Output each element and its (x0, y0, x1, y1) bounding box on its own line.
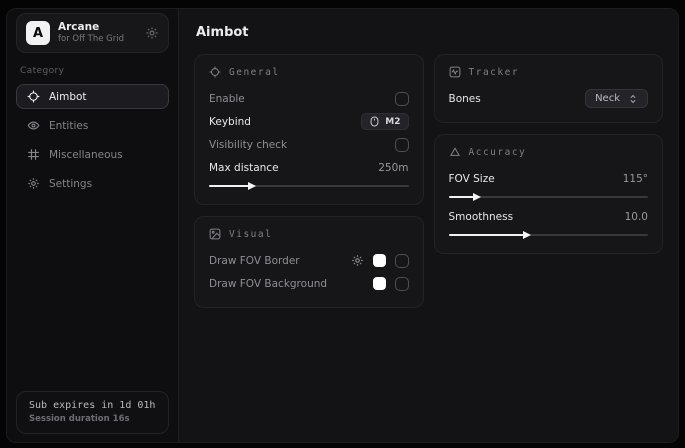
slider-fill (449, 234, 525, 236)
card-title: Tracker (469, 67, 520, 78)
sidebar-item-entities[interactable]: Entities (16, 113, 169, 138)
gear-icon[interactable] (351, 254, 364, 267)
fov-size-value: 115° (623, 173, 648, 185)
smoothness-value: 10.0 (625, 211, 648, 223)
visibility-check-row: Visibility check (209, 133, 409, 156)
visibility-check-checkbox[interactable] (395, 138, 409, 152)
crosshair-icon (209, 66, 221, 78)
app-frame: A Arcane for Off The Grid Category Aimbo (0, 0, 685, 448)
sidebar-item-label: Aimbot (49, 91, 87, 103)
keybind-button[interactable]: M2 (361, 113, 408, 130)
brand-logo: A (26, 21, 50, 45)
sidebar: A Arcane for Off The Grid Category Aimbo (7, 9, 179, 442)
main-panel: Aimbot General (179, 9, 678, 442)
crosshair-icon (27, 90, 40, 103)
brand-subtitle: for Off The Grid (58, 34, 137, 45)
slider-fill (449, 196, 475, 198)
gear-icon[interactable] (145, 26, 159, 40)
enable-label: Enable (209, 93, 245, 105)
eye-icon (27, 119, 40, 132)
fov-size-slider[interactable] (449, 193, 649, 201)
gear-icon (27, 177, 40, 190)
mouse-icon (369, 116, 380, 127)
slider-fill (209, 185, 249, 187)
app-window: A Arcane for Off The Grid Category Aimbo (6, 8, 679, 443)
sub-expiry-text: Sub expires in 1d 01h (29, 400, 156, 411)
sidebar-item-miscellaneous[interactable]: Miscellaneous (16, 142, 169, 167)
activity-icon (449, 66, 461, 78)
smoothness-row: Smoothness 10.0 (449, 205, 649, 228)
bones-select[interactable]: Neck (585, 89, 648, 108)
general-card: General Enable Keybind (194, 54, 424, 205)
fov-background-checkbox[interactable] (395, 277, 409, 291)
sidebar-item-label: Entities (49, 120, 88, 132)
max-distance-value: 250m (378, 162, 408, 174)
session-duration-text: Session duration 16s (29, 414, 156, 424)
bones-row: Bones Neck (449, 87, 649, 110)
keybind-row: Keybind M2 (209, 110, 409, 133)
smoothness-label: Smoothness (449, 211, 514, 223)
card-title: Accuracy (469, 147, 527, 158)
visual-card: Visual Draw FOV Border (194, 216, 424, 308)
keybind-value: M2 (385, 117, 400, 127)
subscription-status-card: Sub expires in 1d 01h Session duration 1… (16, 391, 169, 434)
fov-border-checkbox[interactable] (395, 254, 409, 268)
bones-selected-value: Neck (595, 93, 620, 104)
fov-size-label: FOV Size (449, 173, 495, 185)
enable-row: Enable (209, 87, 409, 110)
enable-checkbox[interactable] (395, 92, 409, 106)
visibility-check-label: Visibility check (209, 139, 287, 151)
accuracy-card: Accuracy FOV Size 115° Smoothness 10.0 (434, 134, 664, 254)
sidebar-item-settings[interactable]: Settings (16, 171, 169, 196)
bones-label: Bones (449, 93, 481, 105)
angle-icon (449, 146, 461, 158)
card-title: Visual (229, 229, 272, 240)
sidebar-item-aimbot[interactable]: Aimbot (16, 84, 169, 109)
fov-background-row: Draw FOV Background (209, 272, 409, 295)
image-icon (209, 228, 221, 240)
smoothness-slider[interactable] (449, 231, 649, 239)
fov-background-label: Draw FOV Background (209, 278, 327, 290)
keybind-label: Keybind (209, 116, 251, 128)
expand-icon (628, 94, 638, 104)
tracker-card: Tracker Bones Neck (434, 54, 664, 123)
fov-border-label: Draw FOV Border (209, 255, 300, 267)
sidebar-item-label: Miscellaneous (49, 149, 123, 161)
card-title: General (229, 67, 280, 78)
max-distance-slider[interactable] (209, 182, 409, 190)
brand-name: Arcane (58, 21, 137, 34)
max-distance-label: Max distance (209, 162, 279, 174)
fov-border-color-swatch[interactable] (373, 254, 386, 267)
fov-border-row: Draw FOV Border (209, 249, 409, 272)
fov-background-color-swatch[interactable] (373, 277, 386, 290)
sidebar-item-label: Settings (49, 178, 92, 190)
brand-card: A Arcane for Off The Grid (16, 13, 169, 53)
category-label: Category (20, 66, 165, 76)
max-distance-row: Max distance 250m (209, 156, 409, 179)
page-title: Aimbot (196, 25, 663, 40)
fov-size-row: FOV Size 115° (449, 167, 649, 190)
grid-icon (27, 148, 40, 161)
